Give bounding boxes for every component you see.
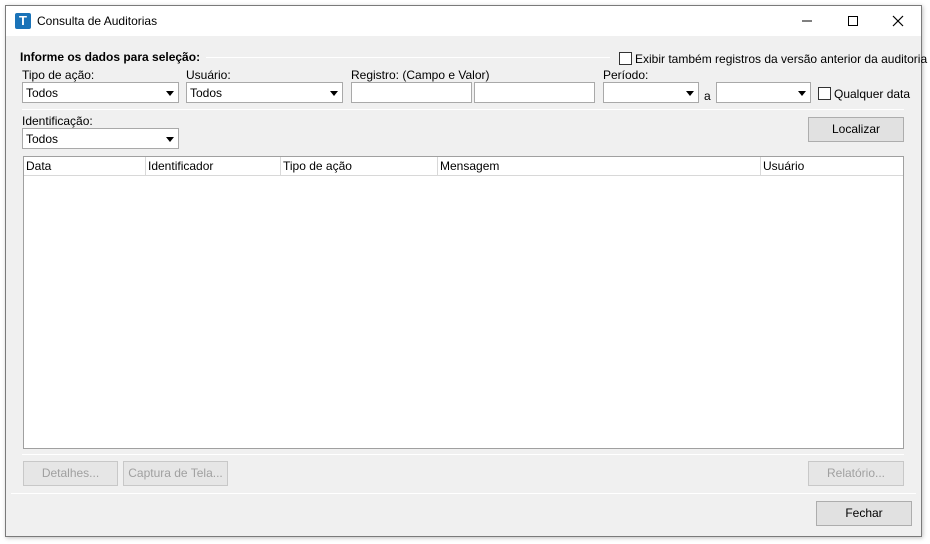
user-label: Usuário: bbox=[186, 68, 231, 82]
close-button[interactable]: Fechar bbox=[816, 501, 912, 526]
column-header-message[interactable]: Mensagem bbox=[438, 157, 761, 176]
footer-divider bbox=[11, 493, 916, 494]
any-date-label: Qualquer data bbox=[834, 87, 911, 101]
period-label: Período: bbox=[603, 68, 649, 82]
grid-divider bbox=[22, 454, 904, 455]
column-header-user[interactable]: Usuário bbox=[761, 157, 903, 176]
report-button[interactable]: Relatório... bbox=[808, 461, 904, 486]
chevron-down-icon bbox=[798, 91, 806, 96]
section-divider bbox=[206, 57, 610, 58]
column-header-action-type[interactable]: Tipo de ação bbox=[281, 157, 438, 176]
chevron-down-icon bbox=[166, 91, 174, 96]
minimize-button[interactable] bbox=[784, 6, 830, 36]
grid-header: Data Identificador Tipo de ação Mensagem… bbox=[24, 157, 903, 176]
chevron-down-icon bbox=[330, 91, 338, 96]
period-from-select[interactable] bbox=[603, 82, 699, 103]
app-logo-icon: T bbox=[15, 13, 31, 29]
record-value-input[interactable] bbox=[474, 82, 595, 103]
action-type-value: Todos bbox=[26, 86, 59, 100]
record-label: Registro: (Campo e Valor) bbox=[351, 68, 490, 82]
audit-window: T Consulta de Auditorias Informe os dado… bbox=[5, 5, 927, 537]
chevron-down-icon bbox=[166, 137, 174, 142]
chevron-down-icon bbox=[686, 91, 694, 96]
close-icon bbox=[892, 15, 904, 27]
column-header-identifier[interactable]: Identificador bbox=[146, 157, 281, 176]
action-type-label: Tipo de ação: bbox=[22, 68, 95, 82]
show-previous-label: Exibir também registros da versão anteri… bbox=[635, 52, 928, 66]
column-header-date[interactable]: Data bbox=[24, 157, 146, 176]
any-date-checkbox[interactable] bbox=[818, 87, 831, 100]
section-title: Informe os dados para seleção: bbox=[20, 50, 201, 64]
period-to-select[interactable] bbox=[716, 82, 811, 103]
identification-label: Identificação: bbox=[22, 114, 93, 128]
search-button[interactable]: Localizar bbox=[808, 117, 904, 142]
user-select[interactable]: Todos bbox=[186, 82, 343, 103]
identification-select[interactable]: Todos bbox=[22, 128, 179, 149]
screen-capture-button[interactable]: Captura de Tela... bbox=[123, 461, 228, 486]
record-field-input[interactable] bbox=[351, 82, 472, 103]
window-title: Consulta de Auditorias bbox=[37, 14, 158, 28]
minimize-icon bbox=[802, 20, 812, 22]
maximize-icon bbox=[848, 16, 858, 26]
close-window-button[interactable] bbox=[875, 6, 921, 36]
audit-grid[interactable]: Data Identificador Tipo de ação Mensagem… bbox=[23, 156, 904, 449]
user-value: Todos bbox=[190, 86, 223, 100]
period-separator: a bbox=[704, 89, 711, 103]
maximize-button[interactable] bbox=[830, 6, 876, 36]
action-type-select[interactable]: Todos bbox=[22, 82, 179, 103]
filters-divider bbox=[22, 109, 904, 110]
show-previous-checkbox[interactable] bbox=[619, 52, 632, 65]
identification-value: Todos bbox=[26, 132, 59, 146]
title-bar[interactable]: T Consulta de Auditorias bbox=[6, 6, 921, 36]
details-button[interactable]: Detalhes... bbox=[23, 461, 118, 486]
